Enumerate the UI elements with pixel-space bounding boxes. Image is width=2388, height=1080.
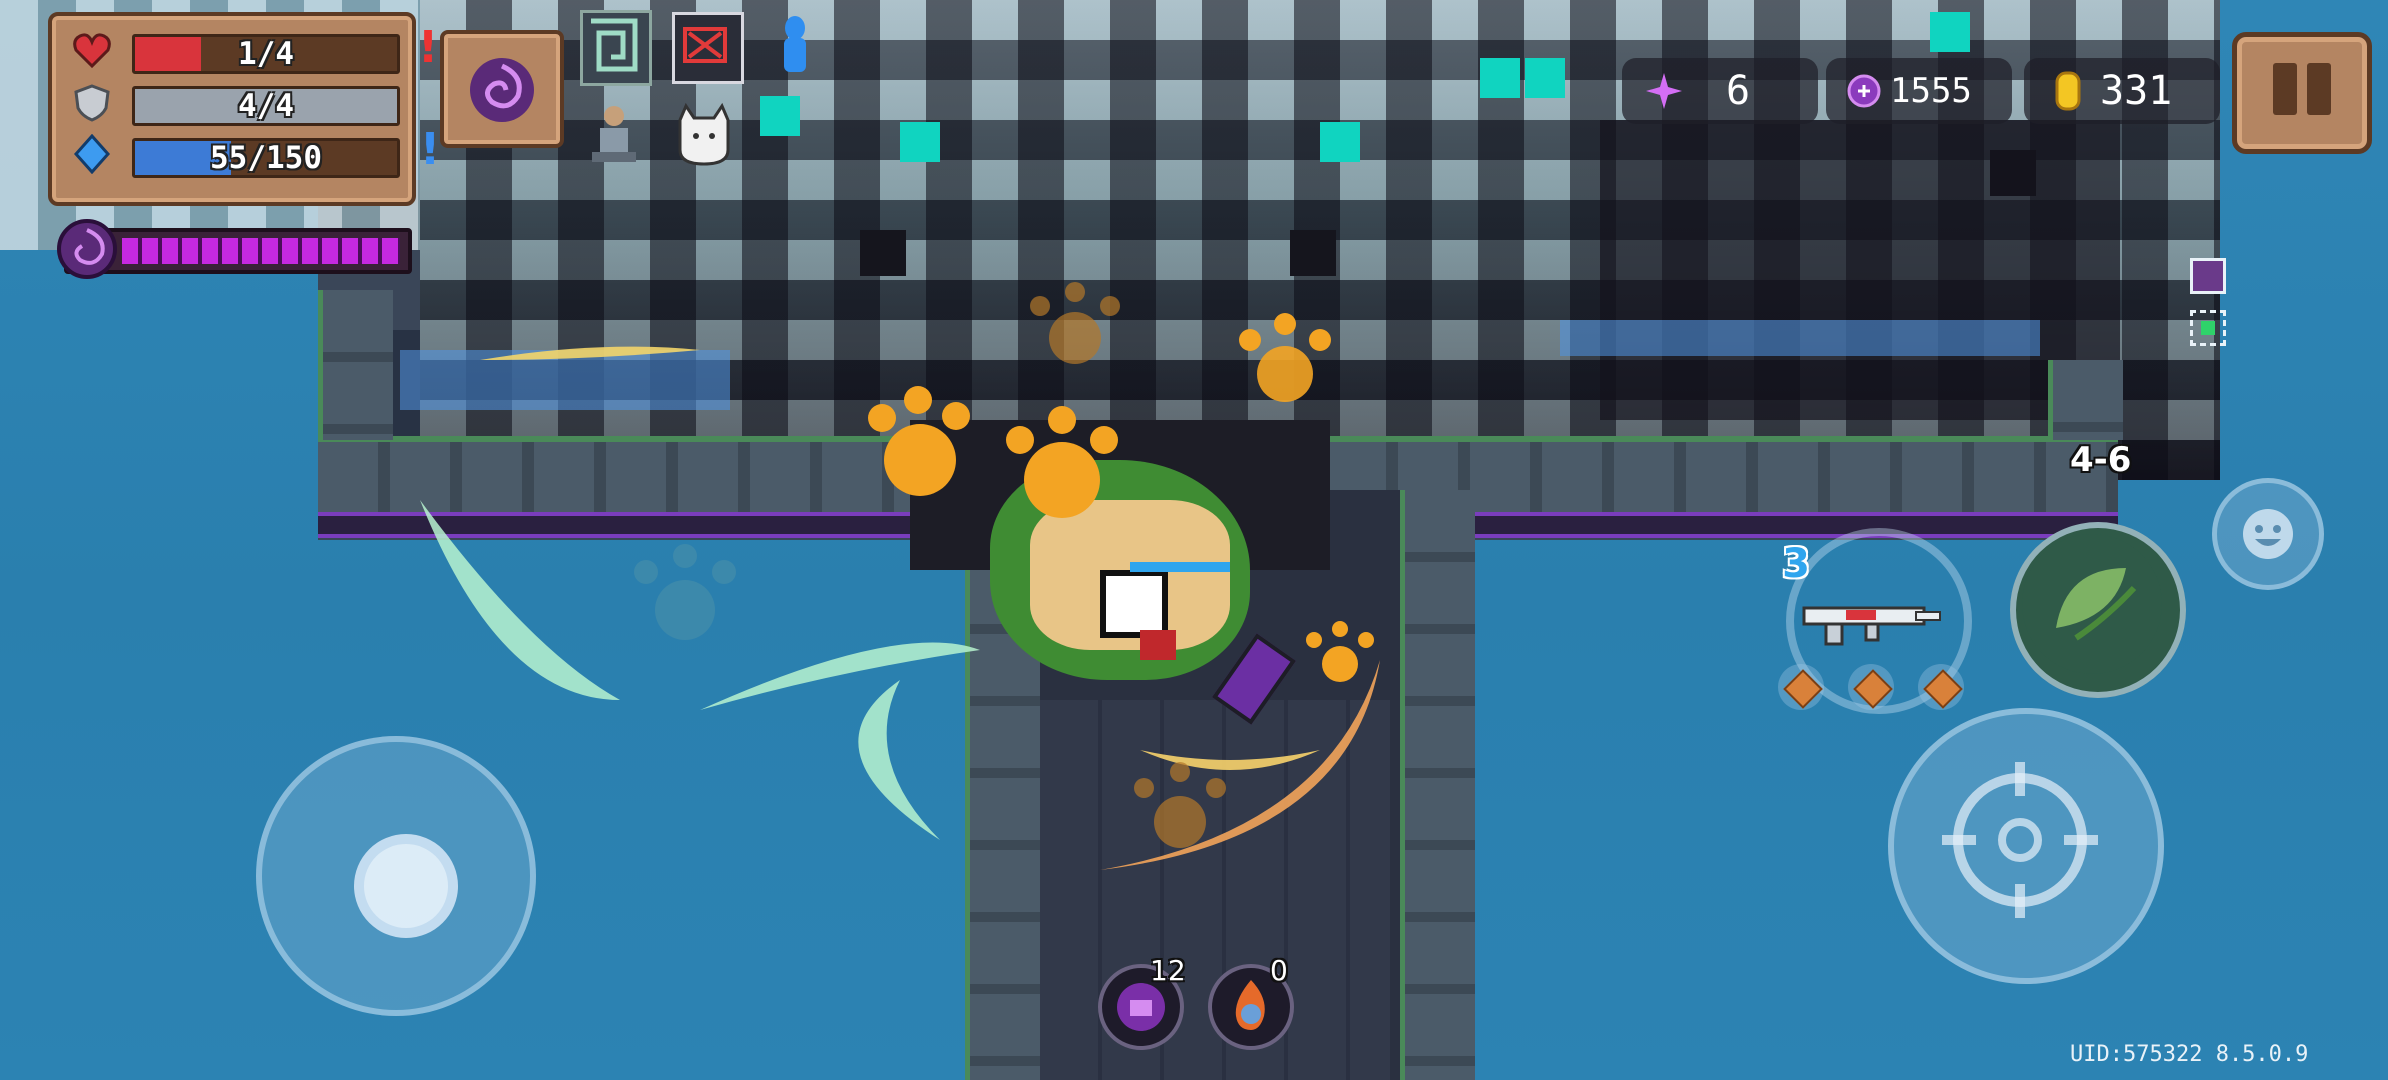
paw-print-effect xyxy=(868,386,970,496)
crosshair-icon xyxy=(1942,762,2098,918)
energy-text: 55/150 xyxy=(210,140,322,176)
spirit-buff-icon xyxy=(770,8,820,78)
maze-buff-icon xyxy=(580,10,652,86)
player-weapon-glow xyxy=(1130,562,1230,572)
dungeon-wall-corner xyxy=(2048,360,2123,440)
alert-marker-blue: ! xyxy=(420,124,441,175)
emote-button[interactable] xyxy=(2212,478,2324,590)
minimap-room-current xyxy=(2190,310,2226,346)
potion-count-2: 0 xyxy=(1270,954,1288,987)
skill-button[interactable] xyxy=(2010,522,2186,698)
glitch-tile xyxy=(860,230,906,276)
movement-joystick[interactable] xyxy=(256,736,536,1016)
weapon-gem-slot xyxy=(1918,664,1964,710)
gold-coin-icon xyxy=(2055,71,2081,111)
glitch-tile xyxy=(1320,122,1360,162)
player-stats-panel: 1/4 4/4 55/150 xyxy=(48,12,416,206)
gold-counter: 331 xyxy=(2024,58,2220,124)
boss-portrait-icon xyxy=(57,219,117,279)
attack-button[interactable] xyxy=(1888,708,2164,984)
weapon-display[interactable] xyxy=(1796,590,1946,650)
paw-print-effect xyxy=(1239,313,1331,402)
boss-health-bar xyxy=(57,219,412,279)
glitch-tile xyxy=(760,96,800,136)
pink-star-icon xyxy=(1646,73,1682,109)
pause-button[interactable] xyxy=(2232,32,2372,154)
boss-health-bar-fill xyxy=(122,238,400,264)
water-strip xyxy=(1560,320,2040,356)
weapon-gem-slot xyxy=(1778,664,1824,710)
game-viewport: 1/4 4/4 55/150 ! ! 6 1555 331 4-6 3 12 0… xyxy=(0,0,2388,1080)
potion-count-1: 12 xyxy=(1150,954,1186,987)
weapon-energy-cost: 3 xyxy=(1782,541,1810,587)
boss-mouth xyxy=(1140,630,1176,660)
health-text: 1/4 xyxy=(238,36,294,72)
energy-crystal-icon xyxy=(73,134,111,174)
cat-pet-icon xyxy=(668,100,740,170)
paw-print-effect xyxy=(634,544,736,640)
token-count: 1555 xyxy=(1890,71,1972,111)
glitched-shadow xyxy=(1600,120,2120,420)
armor-text: 4/4 xyxy=(238,88,294,124)
energy-bar: 55/150 xyxy=(132,138,400,178)
smiley-icon xyxy=(2243,509,2293,559)
curse-buff-icon xyxy=(672,12,744,84)
dungeon-wall-right xyxy=(1400,490,1475,1080)
glitch-tile xyxy=(900,122,940,162)
token-counter: 1555 xyxy=(1826,58,2012,124)
character-skill-slot[interactable] xyxy=(440,30,564,148)
glitch-tile xyxy=(1290,230,1336,276)
energy-row: 55/150 xyxy=(66,132,400,178)
joystick-knob[interactable] xyxy=(354,834,458,938)
pause-icon xyxy=(2273,63,2297,115)
token-icon xyxy=(1847,74,1881,108)
paw-print-effect xyxy=(1006,406,1118,518)
uid-version-label: UID:575322 8.5.0.9 xyxy=(2070,1042,2309,1067)
gem-counter: 6 xyxy=(1622,58,1818,124)
paw-print-effect xyxy=(1030,282,1120,364)
health-bar: 1/4 xyxy=(132,34,400,74)
rifle-icon xyxy=(1802,606,1941,646)
boss-eye xyxy=(1100,570,1168,638)
armor-row: 4/4 xyxy=(66,80,400,126)
gem-count: 6 xyxy=(1726,68,1751,114)
alert-marker-red: ! xyxy=(418,22,439,73)
health-row: 1/4 xyxy=(66,28,400,74)
gold-count: 331 xyxy=(2100,68,2173,114)
weapon-gem-slot xyxy=(1848,664,1894,710)
void-portal-icon xyxy=(470,58,534,122)
glitch-tile xyxy=(1525,58,1565,98)
paw-print-effect xyxy=(1134,762,1226,848)
glitch-tile xyxy=(1930,12,1970,52)
glitch-tile xyxy=(1480,58,1520,98)
level-label: 4-6 xyxy=(2070,440,2132,480)
minimap-room-boss xyxy=(2190,258,2226,294)
heart-icon xyxy=(73,33,111,69)
shield-icon xyxy=(74,84,110,122)
leaf-skill-icon xyxy=(2022,534,2162,674)
armor-bar: 4/4 xyxy=(132,86,400,126)
paw-print-effect xyxy=(1306,621,1374,682)
player-marker-icon xyxy=(2201,321,2215,335)
pause-icon xyxy=(2307,63,2331,115)
follower-pet-icon xyxy=(582,98,646,172)
